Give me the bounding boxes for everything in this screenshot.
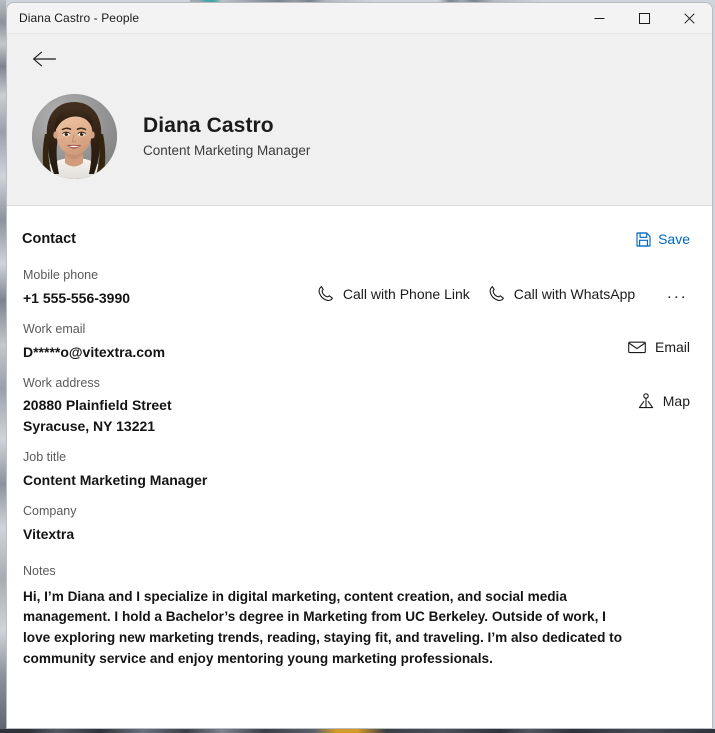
people-app-window: Diana Castro - People Diana Castro Conte… — [6, 2, 713, 729]
mobile-phone-value[interactable]: +1 555-556-3990 — [21, 288, 130, 308]
work-address-actions: Map — [630, 376, 698, 415]
notes-value: Hi, I’m Diana and I specialize in digita… — [23, 588, 623, 667]
profile-header: Diana Castro Content Marketing Manager — [7, 34, 712, 206]
profile-summary: Diana Castro Content Marketing Manager — [7, 94, 310, 179]
work-email-actions: Email — [620, 322, 698, 360]
mobile-phone-label: Mobile phone — [23, 268, 99, 282]
contact-details-panel: Contact Save Mobile phone +1 555-556-399… — [7, 206, 712, 728]
work-address-main: Work address 20880 Plainfield Street Syr… — [21, 376, 172, 436]
more-options-button[interactable]: ... — [657, 281, 698, 307]
phone-handset-icon — [317, 285, 334, 302]
title-bar[interactable]: Diana Castro - People — [7, 3, 712, 34]
job-title-value: Content Marketing Manager — [23, 471, 208, 488]
map-button[interactable]: Map — [630, 388, 698, 415]
save-label: Save — [658, 231, 690, 247]
mobile-phone-main: Mobile phone +1 555-556-3990 — [21, 268, 130, 308]
field-notes: Notes Hi, I’m Diana and I specialize in … — [21, 544, 698, 670]
window-title: Diana Castro - People — [19, 11, 140, 25]
company-value: Vitextra — [23, 525, 75, 542]
maximize-button[interactable] — [622, 3, 667, 33]
company-main: Company Vitextra — [21, 504, 77, 544]
floppy-disk-icon — [636, 231, 651, 247]
section-title-contact: Contact — [22, 231, 76, 247]
work-email-main: Work email D*****o@vitextra.com — [21, 322, 165, 362]
field-job-title: Job title Content Marketing Manager — [21, 436, 698, 490]
back-button[interactable] — [23, 42, 65, 78]
field-work-email: Work email D*****o@vitextra.com Email — [21, 308, 698, 362]
field-mobile-phone: Mobile phone +1 555-556-3990 Call with P… — [21, 254, 698, 308]
work-address-value[interactable]: 20880 Plainfield Street Syracuse, NY 132… — [21, 395, 172, 436]
contact-subtitle: Content Marketing Manager — [143, 142, 311, 158]
work-address-label: Work address — [23, 375, 100, 390]
contact-section-header: Contact Save — [21, 224, 698, 254]
maximize-icon — [639, 12, 650, 24]
save-button[interactable]: Save — [630, 227, 696, 251]
ellipsis-icon: ... — [667, 284, 688, 302]
field-company: Company Vitextra — [21, 490, 698, 544]
map-label: Map — [662, 393, 690, 410]
email-button[interactable]: Email — [620, 334, 698, 360]
avatar — [32, 94, 117, 179]
close-button[interactable] — [667, 3, 712, 33]
mobile-phone-actions: Call with Phone Link Call with WhatsApp … — [309, 268, 698, 307]
envelope-icon — [628, 340, 646, 354]
taskbar-sliver — [0, 729, 715, 733]
minimize-icon — [594, 13, 605, 24]
notes-main: Notes Hi, I’m Diana and I specialize in … — [21, 564, 633, 670]
call-with-phone-link-label: Call with Phone Link — [342, 285, 470, 302]
call-with-phone-link-button[interactable]: Call with Phone Link — [309, 280, 478, 307]
contact-name: Diana Castro — [143, 113, 274, 137]
job-title-main: Job title Content Marketing Manager — [21, 450, 207, 490]
call-with-whatsapp-button[interactable]: Call with WhatsApp — [480, 280, 643, 307]
work-email-value[interactable]: D*****o@vitextra.com — [21, 342, 165, 362]
field-work-address: Work address 20880 Plainfield Street Syr… — [21, 362, 698, 436]
minimize-button[interactable] — [577, 3, 622, 33]
job-title-label: Job title — [23, 450, 67, 465]
call-with-whatsapp-label: Call with WhatsApp — [513, 285, 636, 302]
company-label: Company — [23, 503, 77, 518]
email-label: Email — [654, 338, 690, 355]
map-pin-icon — [638, 393, 654, 410]
phone-handset-icon — [488, 285, 505, 302]
arrow-left-icon — [32, 50, 57, 71]
notes-label: Notes — [23, 563, 56, 578]
profile-text: Diana Castro Content Marketing Manager — [143, 114, 310, 159]
work-email-label: Work email — [23, 321, 86, 336]
close-icon — [684, 12, 695, 24]
